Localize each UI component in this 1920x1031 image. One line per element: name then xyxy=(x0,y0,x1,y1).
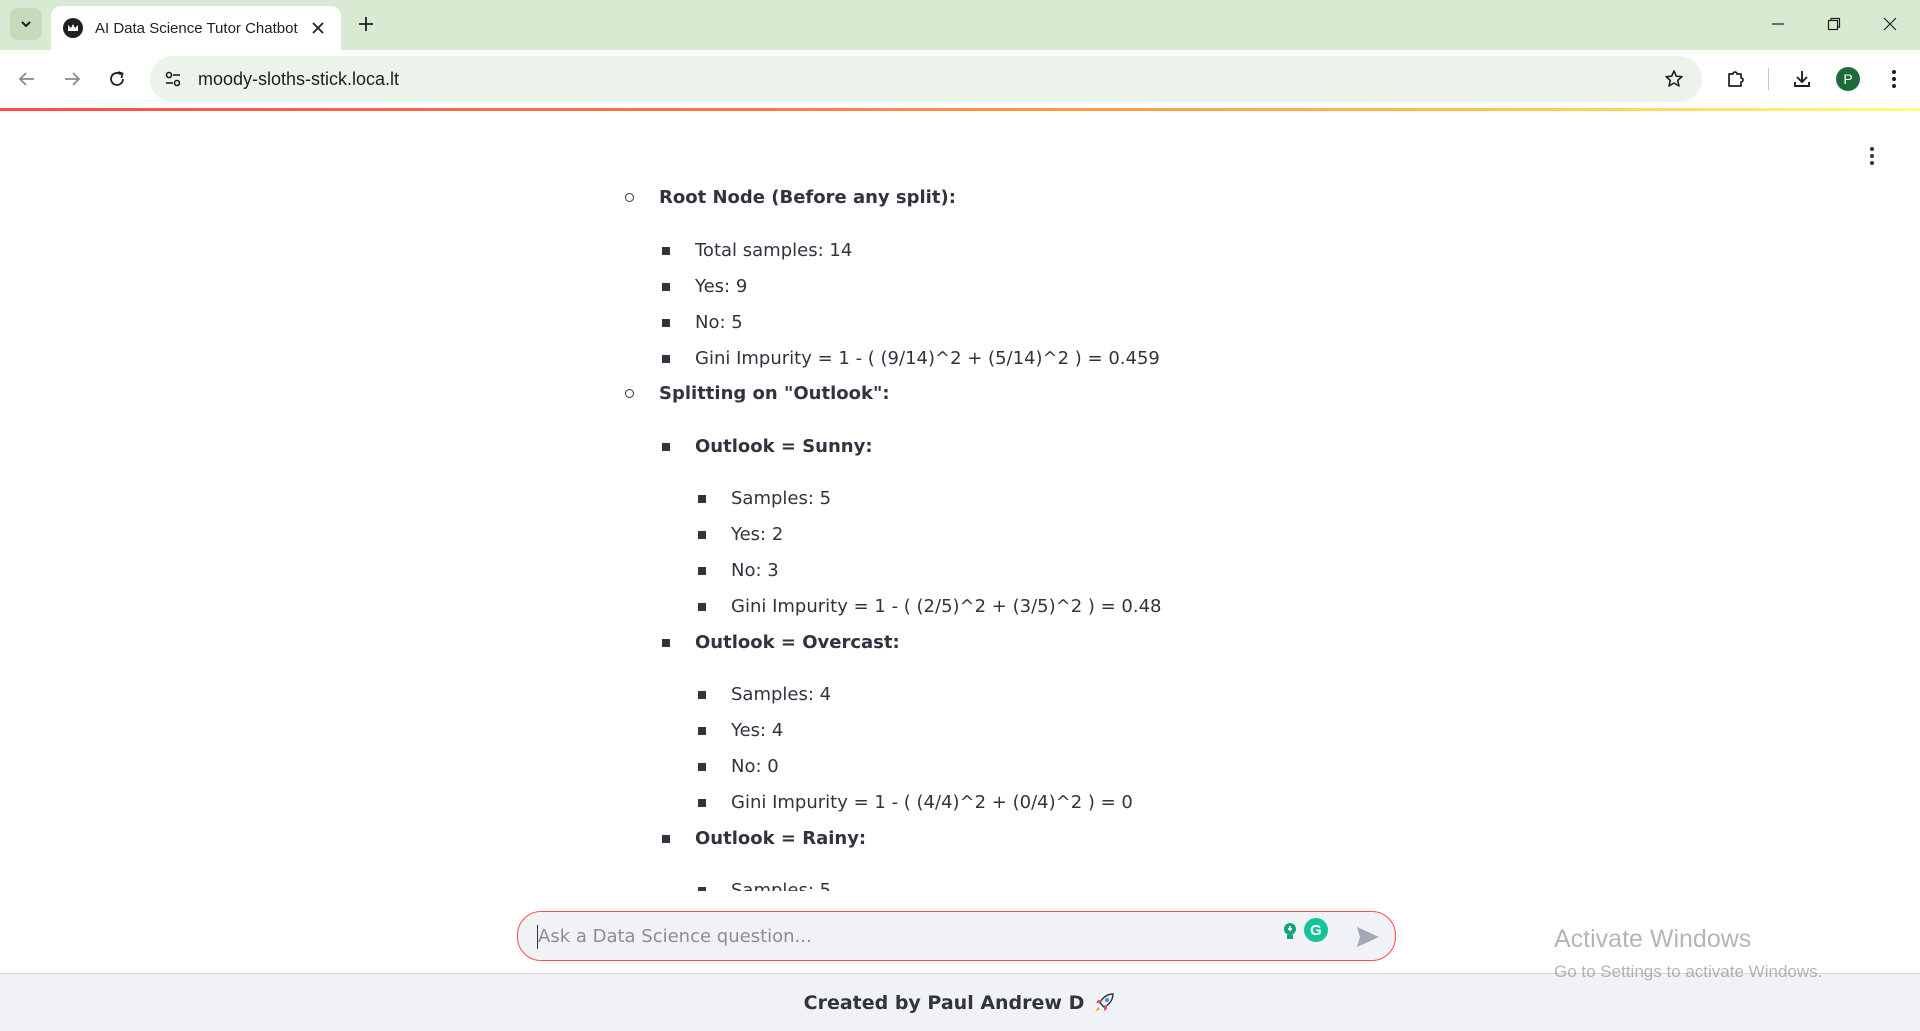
sunny-heading: Outlook = Sunny: xyxy=(695,436,873,457)
bullet-square xyxy=(698,799,706,807)
tab-list-button[interactable] xyxy=(10,8,42,40)
send-button[interactable] xyxy=(1354,924,1382,950)
tab-close-button[interactable] xyxy=(307,17,329,39)
bullet-circle xyxy=(625,193,634,202)
chat-input-container: G xyxy=(517,911,1396,961)
more-vert-icon xyxy=(1892,70,1896,88)
new-tab-button[interactable] xyxy=(352,10,380,38)
list-item: Samples: 4 xyxy=(731,684,832,705)
forward-arrow-icon xyxy=(65,72,81,86)
bookmark-star-button[interactable] xyxy=(1660,65,1688,93)
bullet-square xyxy=(698,495,706,503)
toolbar-divider xyxy=(1768,68,1769,90)
crown-favicon-icon xyxy=(63,18,83,38)
url-text: moody-sloths-stick.loca.lt xyxy=(198,68,400,89)
send-icon xyxy=(1357,927,1379,947)
list-item: Samples: 5 xyxy=(731,880,832,891)
download-icon xyxy=(1794,71,1810,87)
list-item: Yes: 4 xyxy=(731,720,784,741)
bullet-square xyxy=(662,319,670,327)
list-item: Yes: 9 xyxy=(695,276,748,297)
bullet-square xyxy=(698,531,706,539)
text-caret xyxy=(537,925,538,949)
grammarly-icon[interactable]: G xyxy=(1304,918,1328,942)
tab-title: AI Data Science Tutor Chatbot xyxy=(95,19,298,37)
bullet-square xyxy=(662,443,670,451)
list-item: No: 5 xyxy=(695,312,743,333)
bullet-square xyxy=(698,567,706,575)
list-item: Gini Impurity = 1 - ( (2/5)^2 + (3/5)^2 … xyxy=(731,596,1162,617)
bullet-square xyxy=(698,727,706,735)
rainy-heading: Outlook = Rainy: xyxy=(695,828,867,849)
window-close-icon xyxy=(1883,17,1897,31)
bullet-square xyxy=(662,835,670,843)
bullet-square xyxy=(662,247,670,255)
window-close-button[interactable] xyxy=(1870,8,1910,40)
extensions-button[interactable] xyxy=(1720,63,1752,95)
bullet-square xyxy=(662,355,670,363)
bullet-square xyxy=(698,603,706,611)
bullet-square xyxy=(698,691,706,699)
app-page: Root Node (Before any split): Total samp… xyxy=(0,111,1920,1031)
active-tab[interactable]: AI Data Science Tutor Chatbot xyxy=(51,6,341,50)
list-item: No: 0 xyxy=(731,756,779,777)
reload-button[interactable] xyxy=(101,63,133,95)
chat-message-content: Root Node (Before any split): Total samp… xyxy=(0,111,1920,891)
back-button[interactable] xyxy=(11,63,43,95)
profile-avatar[interactable]: P xyxy=(1836,67,1860,91)
root-node-heading: Root Node (Before any split): xyxy=(659,187,956,208)
forward-button[interactable] xyxy=(56,63,88,95)
windows-activation-watermark: Activate Windows Go to Settings to activ… xyxy=(1554,925,1822,982)
list-item: No: 3 xyxy=(731,560,779,581)
browser-toolbar: moody-sloths-stick.loca.lt P xyxy=(0,50,1920,108)
bullet-circle xyxy=(625,389,634,398)
reload-icon xyxy=(110,71,124,86)
downloads-button[interactable] xyxy=(1786,63,1818,95)
list-item: Samples: 5 xyxy=(731,488,832,509)
close-icon xyxy=(312,22,324,34)
list-item: Gini Impurity = 1 - ( (4/4)^2 + (0/4)^2 … xyxy=(731,792,1133,813)
list-item: Total samples: 14 xyxy=(695,240,853,261)
plus-icon xyxy=(359,17,373,31)
list-item: Gini Impurity = 1 - ( (9/14)^2 + (5/14)^… xyxy=(695,348,1160,369)
bullet-square xyxy=(662,283,670,291)
restore-icon xyxy=(1827,17,1841,31)
minimize-button[interactable] xyxy=(1758,8,1798,40)
footer-credit: Created by Paul Andrew D xyxy=(803,991,1085,1014)
chevron-down-icon xyxy=(21,21,31,28)
overcast-heading: Outlook = Overcast: xyxy=(695,632,900,653)
rocket-icon xyxy=(1092,991,1116,1015)
list-item: Yes: 2 xyxy=(731,524,784,545)
lightbulb-icon[interactable] xyxy=(1280,920,1300,946)
address-bar[interactable]: moody-sloths-stick.loca.lt xyxy=(150,56,1702,102)
restore-button[interactable] xyxy=(1814,8,1854,40)
browser-menu-button[interactable] xyxy=(1878,63,1910,95)
bullet-square xyxy=(698,763,706,771)
minimize-icon xyxy=(1772,23,1784,25)
back-arrow-icon xyxy=(18,72,34,86)
site-info-icon[interactable] xyxy=(158,64,188,94)
extensions-icon xyxy=(1728,71,1744,87)
split-heading: Splitting on "Outlook": xyxy=(659,383,890,404)
bullet-square xyxy=(662,639,670,647)
watermark-title: Activate Windows xyxy=(1554,925,1752,953)
star-icon xyxy=(1665,70,1683,87)
watermark-subtitle: Go to Settings to activate Windows. xyxy=(1554,962,1823,981)
chat-input[interactable] xyxy=(538,925,1258,947)
tab-strip: AI Data Science Tutor Chatbot xyxy=(0,0,1920,50)
bullet-square xyxy=(698,887,706,891)
